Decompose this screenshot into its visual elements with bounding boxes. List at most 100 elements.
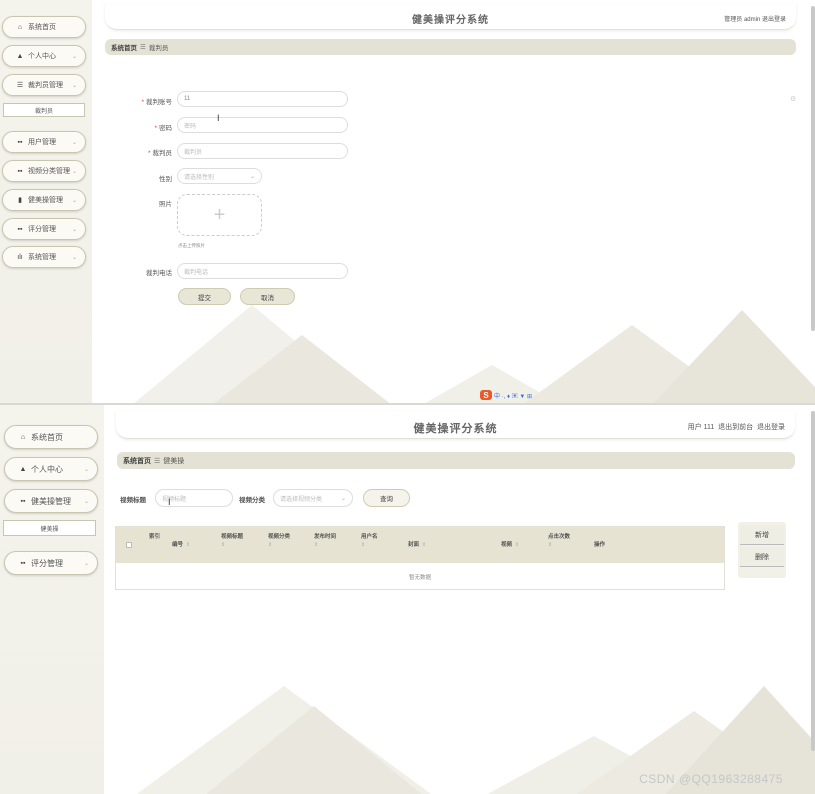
scrollbar[interactable]	[811, 411, 815, 751]
breadcrumb: 系统首页 ☰ 健美操	[117, 452, 795, 469]
column-header[interactable]: 编号 ⇕	[172, 541, 190, 549]
column-header[interactable]: 视频标题 ⇕	[221, 533, 243, 549]
sidebar-item-2[interactable]: ☰ 裁判员管理 ⌄	[2, 74, 86, 96]
gender-placeholder: 请选择性别	[184, 174, 215, 181]
video-title-search-input[interactable]: 视频标题	[155, 489, 233, 507]
chevron-down-icon: ⌄	[83, 560, 89, 567]
cancel-button[interactable]: 取消	[240, 288, 295, 305]
password-label: * 密码	[154, 125, 172, 132]
sort-icon[interactable]: ⇕	[314, 541, 336, 549]
sidebar-item-6[interactable]: ▪▪ 评分管理 ⌄	[2, 218, 86, 240]
sidebar-item-label: 系统首页	[28, 24, 56, 31]
scrollbar[interactable]	[811, 6, 815, 331]
breadcrumb-home[interactable]: 系统首页	[111, 42, 137, 52]
sidebar: ⌂ 系统首页 ▲ 个人中心 ⌄ ▪▪ 健美操管理 ⌄ ▪▪ 评分管理 ⌄ 健美操	[0, 405, 104, 794]
column-header-label: 封面	[408, 542, 420, 548]
sidebar-item-4[interactable]: ▪▪ 视频分类管理 ⌄	[2, 160, 86, 182]
sort-icon[interactable]: ⇕	[422, 542, 426, 548]
breadcrumb-separator: ☰	[154, 457, 161, 465]
sidebar-item-label: 系统管理	[28, 254, 56, 261]
sidebar-item-0[interactable]: ⌂ 系统首页	[4, 425, 98, 449]
list-icon: ☰	[16, 82, 24, 89]
chevron-down-icon: ⌄	[71, 168, 77, 175]
submenu-item-active[interactable]: 裁判员	[3, 103, 85, 117]
top-bar: 健美操评分系统 用户 111 退出到前台 退出登录	[116, 411, 795, 439]
sort-icon[interactable]: ⇕	[548, 541, 570, 549]
select-all-checkbox[interactable]	[126, 542, 132, 548]
sidebar-item-label: 健美操管理	[28, 197, 63, 204]
sort-icon[interactable]: ⇕	[515, 542, 519, 548]
ime-toolbar[interactable]: S 中 ·, ♦ ▣ ▼ ⊞	[480, 390, 532, 400]
sort-icon[interactable]: ⇕	[361, 541, 378, 549]
chevron-down-icon: ⌄	[249, 173, 255, 180]
sidebar-item-label: 评分管理	[31, 558, 63, 568]
logout-link[interactable]: 退出登录	[762, 17, 786, 23]
photo-upload[interactable]: +	[177, 194, 262, 236]
grid-icon: ▪▪	[17, 167, 23, 175]
password-input[interactable]: 密码	[177, 117, 348, 133]
sort-icon[interactable]: ⇕	[221, 541, 243, 549]
submit-button[interactable]: 提交	[178, 288, 231, 305]
referee-name-input[interactable]: 裁判员	[177, 143, 348, 159]
video-category-placeholder: 请选择视频分类	[280, 496, 323, 503]
column-header[interactable]: 点击次数 ⇕	[548, 533, 570, 549]
column-header-label: 视频分类	[268, 534, 291, 540]
table-header: 索引 编号 ⇕ 视频标题 ⇕ 视频分类 ⇕ 发布时间 ⇕ 用户名 ⇕ 封面 ⇕ 视频 ⇕ 点击次数 ⇕ 操作	[116, 527, 724, 563]
grid-icon: ▪▪	[20, 497, 26, 505]
phone-label: 裁判电话	[146, 270, 172, 277]
query-button[interactable]: 查询	[363, 489, 410, 507]
column-header-label: 用户名	[361, 534, 378, 540]
logout-link[interactable]: 退出登录	[757, 424, 785, 431]
data-table: 索引 编号 ⇕ 视频标题 ⇕ 视频分类 ⇕ 发布时间 ⇕ 用户名 ⇕ 封面 ⇕ 视频 ⇕ 点击次数 ⇕ 操作 暂无…	[115, 526, 725, 590]
grid-icon: ▪▪	[20, 559, 26, 567]
sidebar-item-1[interactable]: ▲ 个人中心 ⌄	[2, 45, 86, 67]
sort-icon[interactable]: ⇕	[186, 542, 190, 548]
submenu-item-active[interactable]: 健美操	[3, 520, 96, 536]
column-header[interactable]: 封面 ⇕	[408, 541, 426, 549]
sidebar-item-label: 系统首页	[31, 432, 63, 442]
sidebar-item-2[interactable]: ▪▪ 健美操管理 ⌄	[4, 489, 98, 513]
chevron-down-icon: ⌄	[71, 197, 77, 204]
sidebar-item-0[interactable]: ⌂ 系统首页	[2, 16, 86, 38]
sidebar-item-label: 用户管理	[28, 139, 56, 146]
breadcrumb-home[interactable]: 系统首页	[123, 456, 151, 466]
sidebar-item-1[interactable]: ▲ 个人中心 ⌄	[4, 457, 98, 481]
breadcrumb-separator: ☰	[140, 44, 146, 51]
column-header[interactable]: 视频分类 ⇕	[268, 533, 290, 549]
column-header[interactable]: 发布时间 ⇕	[314, 533, 336, 549]
grid-icon: ▪▪	[17, 138, 23, 146]
top-bar: 健美操评分系统 管理员 admin 退出登录	[105, 4, 796, 30]
column-header-label: 视频标题	[221, 534, 244, 540]
sort-icon[interactable]: ⇕	[268, 541, 290, 549]
sidebar-item-label: 个人中心	[28, 53, 56, 60]
chevron-down-icon: ⌄	[71, 226, 77, 233]
settings-icon[interactable]: ⚙	[790, 95, 796, 103]
column-header[interactable]: 视频 ⇕	[501, 541, 519, 549]
sidebar-item-7[interactable]: ılı 系统管理 ⌄	[2, 246, 86, 268]
gender-label: 性别	[159, 176, 172, 183]
chevron-down-icon: ⌄	[83, 498, 89, 505]
sidebar-item-label: 个人中心	[31, 464, 63, 474]
sidebar-item-label: 评分管理	[28, 226, 56, 233]
column-header: 操作	[594, 541, 605, 549]
text-cursor-icon: I	[168, 497, 171, 507]
gender-select[interactable]: 请选择性别 ⌄	[177, 168, 262, 184]
back-to-frontend-link[interactable]: 退出到前台	[718, 424, 753, 431]
sidebar-item-3[interactable]: ▪▪ 用户管理 ⌄	[2, 131, 86, 153]
breadcrumb-current: 健美操	[163, 457, 185, 465]
video-category-select[interactable]: 请选择视频分类 ⌄	[273, 489, 353, 507]
person-icon: ▲	[16, 52, 24, 60]
account-input[interactable]: 11	[177, 91, 348, 107]
sidebar-item-3[interactable]: ▪▪ 评分管理 ⌄	[4, 551, 98, 575]
system-title: 健美操评分系统	[412, 15, 489, 26]
add-button[interactable]: 新增	[740, 525, 784, 545]
sidebar-item-label: 健美操管理	[31, 496, 71, 506]
phone-input[interactable]: 裁判电话	[177, 263, 348, 279]
referee-name-label: * 裁判员	[147, 150, 172, 157]
column-header: 索引	[149, 533, 160, 541]
delete-button[interactable]: 删除	[740, 547, 784, 567]
column-header-label: 索引	[149, 534, 161, 540]
user-label: 管理员 admin	[724, 17, 761, 23]
column-header[interactable]: 用户名 ⇕	[361, 533, 378, 549]
sidebar-item-5[interactable]: ▮ 健美操管理 ⌄	[2, 189, 86, 211]
